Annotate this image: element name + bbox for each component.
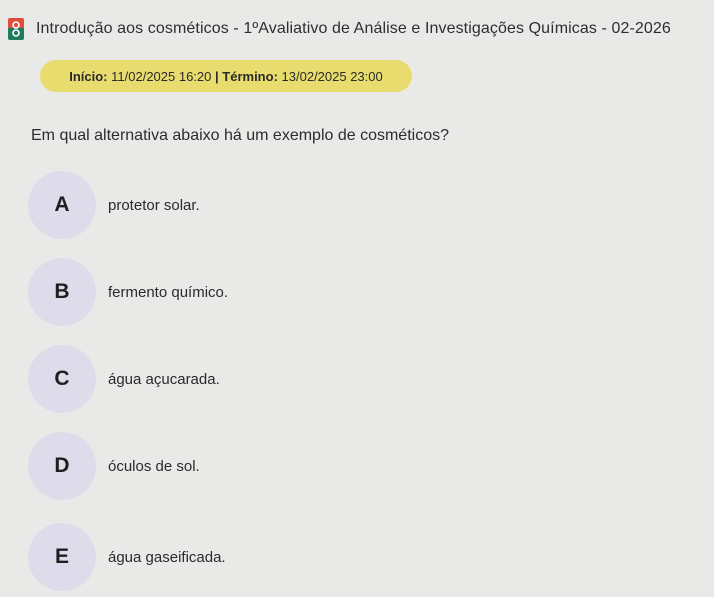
start-label: Início: xyxy=(69,68,108,84)
option-e-letter[interactable]: E xyxy=(28,523,96,591)
option-a[interactable]: A protetor solar. xyxy=(28,171,200,239)
option-b-letter[interactable]: B xyxy=(28,258,96,326)
option-d[interactable]: D óculos de sol. xyxy=(28,432,200,500)
option-c[interactable]: C água açucarada. xyxy=(28,345,220,413)
page-header: Introdução aos cosméticos - 1ºAvaliativo… xyxy=(8,18,671,40)
option-d-letter[interactable]: D xyxy=(28,432,96,500)
question-text: Em qual alternativa abaixo há um exemplo… xyxy=(31,127,449,144)
option-a-letter[interactable]: A xyxy=(28,171,96,239)
option-b-text[interactable]: fermento químico. xyxy=(108,284,228,301)
option-e-text[interactable]: água gaseificada. xyxy=(108,549,226,566)
option-c-letter[interactable]: C xyxy=(28,345,96,413)
option-b[interactable]: B fermento químico. xyxy=(28,258,228,326)
app-logo-icon xyxy=(8,18,24,40)
option-e[interactable]: E água gaseificada. xyxy=(28,523,226,591)
page-title: Introdução aos cosméticos - 1ºAvaliativo… xyxy=(36,20,671,37)
option-c-text[interactable]: água açucarada. xyxy=(108,371,220,388)
separator: | xyxy=(215,68,219,84)
schedule-badge: Início: 11/02/2025 16:20 | Término: 13/0… xyxy=(40,60,412,92)
end-label: Término: xyxy=(222,68,278,84)
end-date: 13/02/2025 23:00 xyxy=(281,68,383,84)
start-date: 11/02/2025 16:20 xyxy=(111,68,212,84)
option-d-text[interactable]: óculos de sol. xyxy=(108,458,200,475)
option-a-text[interactable]: protetor solar. xyxy=(108,197,200,214)
